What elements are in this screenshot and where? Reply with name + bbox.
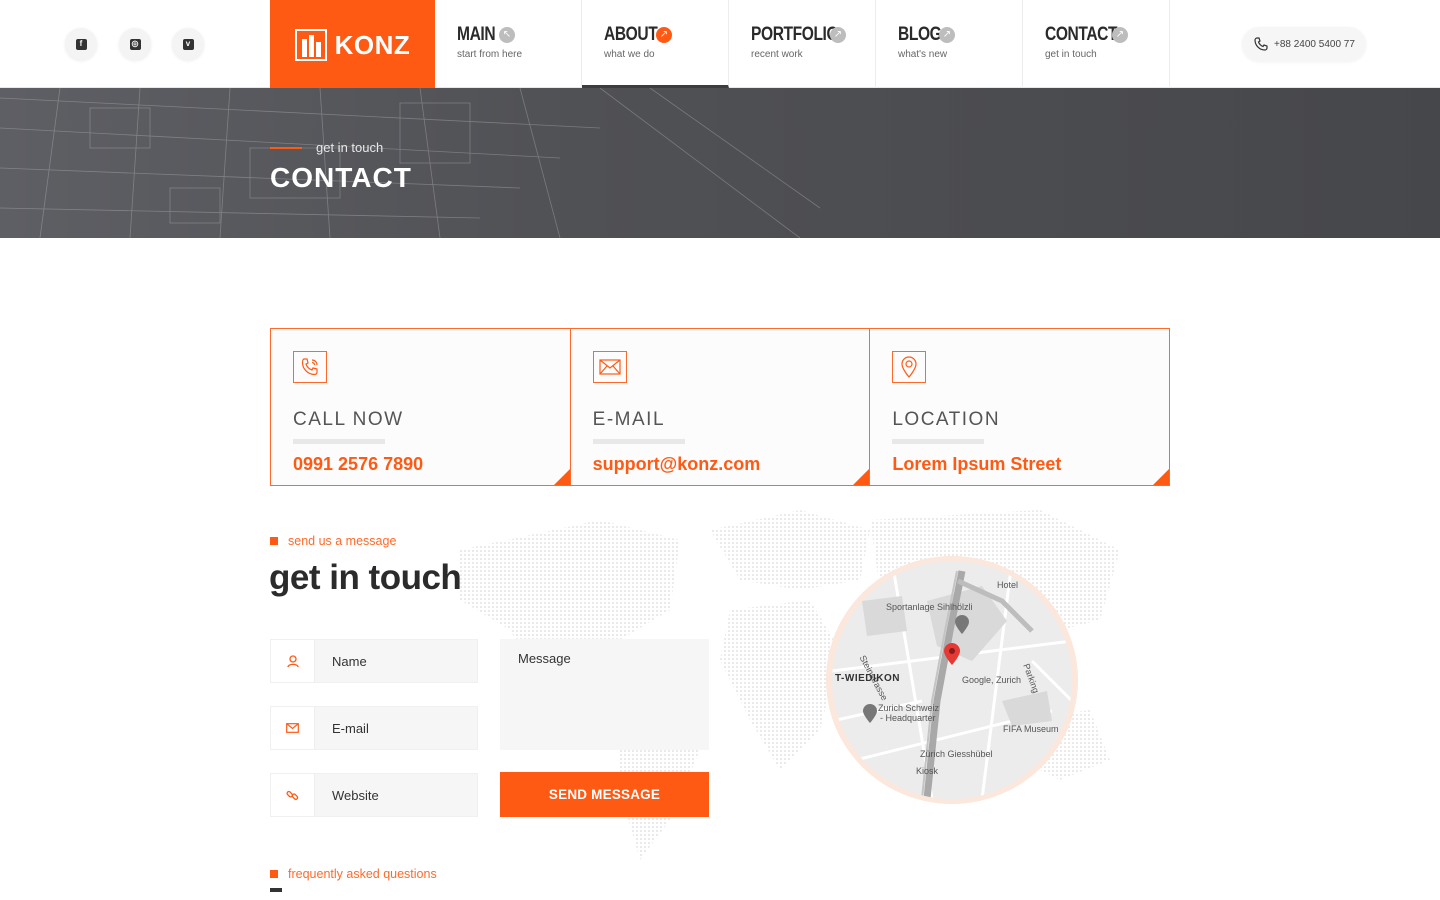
card-corner — [1153, 469, 1170, 485]
location-map[interactable]: Hotel Sportanlage Sihlhölzli Steinstrass… — [832, 561, 1072, 799]
nav-item-blog[interactable]: BLOG ↗ what's new — [876, 0, 1023, 88]
nav-item-portfolio[interactable]: PORTFOLIO ↗ recent work — [729, 0, 876, 88]
hero-kicker: get in touch — [270, 140, 383, 155]
send-message-button[interactable]: SEND MESSAGE — [500, 772, 709, 817]
arrow-icon: ↗ — [1112, 27, 1128, 43]
arrow-icon: ↗ — [939, 27, 955, 43]
arrow-icon: ↗ — [830, 27, 846, 43]
envelope-icon — [271, 707, 315, 749]
nav-item-about[interactable]: ABOUT ↗ what we do — [582, 0, 729, 88]
card-label: CALL NOW — [293, 409, 404, 430]
nav-title: ABOUT — [604, 24, 658, 45]
instagram-link[interactable]: ◎ — [119, 28, 151, 60]
card-corner — [853, 469, 870, 485]
nav-subtitle: recent work — [751, 49, 803, 60]
vimeo-icon: v — [182, 38, 194, 50]
card-value: Lorem Ipsum Street — [892, 454, 1062, 474]
kicker-square — [270, 537, 278, 545]
email-card[interactable]: E-MAIL support@konz.com — [571, 329, 871, 485]
map-label: T-WIEDIKON — [835, 673, 900, 684]
call-card[interactable]: CALL NOW 0991 2576 7890 — [271, 329, 571, 485]
hero-kicker-text: get in touch — [316, 140, 384, 155]
link-icon — [271, 774, 315, 816]
user-icon — [271, 640, 315, 682]
page-title: CONTACT — [270, 162, 412, 193]
phone-call-icon — [293, 351, 327, 383]
card-divider — [892, 439, 985, 444]
website-field — [270, 773, 478, 817]
phone-number: +88 2400 5400 77 — [1274, 38, 1355, 50]
card-value[interactable]: support@konz.com — [593, 454, 870, 475]
kicker-square — [270, 870, 278, 878]
form-kicker: send us a message — [270, 534, 396, 548]
map-label: Zürich Giesshübel — [920, 749, 993, 759]
instagram-icon: ◎ — [129, 38, 141, 50]
faq-kicker-text: frequently asked questions — [288, 867, 437, 881]
blueprint-background — [0, 88, 821, 238]
name-field — [270, 639, 478, 683]
kicker-dash — [270, 146, 302, 149]
email-input[interactable] — [315, 707, 475, 749]
form-title: get in touch — [269, 558, 462, 597]
card-label: LOCATION — [892, 409, 1001, 430]
nav-subtitle: what we do — [604, 49, 655, 60]
building-logo-icon — [294, 29, 327, 61]
card-corner — [553, 469, 570, 485]
map-label: FIFA Museum — [1003, 724, 1059, 734]
map-label: - Headquarter — [880, 713, 936, 723]
nav-subtitle: start from here — [457, 49, 523, 60]
nav-item-contact[interactable]: CONTACT ↗ get in touch — [1023, 0, 1170, 88]
card-label: E-MAIL — [592, 409, 666, 430]
arrow-icon: ↖ — [499, 27, 515, 43]
nav-title: MAIN — [457, 24, 496, 45]
map-label: Zurich Schweiz — [878, 703, 940, 713]
nav-subtitle: what's new — [898, 49, 948, 60]
name-input[interactable] — [315, 640, 475, 682]
message-textarea[interactable] — [500, 639, 709, 750]
facebook-icon: f — [75, 38, 87, 50]
facebook-link[interactable]: f — [65, 28, 97, 60]
logo[interactable]: KONZ — [270, 0, 435, 90]
vimeo-link[interactable]: v — [172, 28, 204, 60]
card-divider — [293, 439, 385, 444]
card-divider — [592, 439, 685, 444]
phone-button[interactable]: +88 2400 5400 77 — [1242, 27, 1366, 61]
faq-title-fragment — [270, 888, 282, 900]
faq-kicker: frequently asked questions — [270, 867, 437, 881]
location-pin-icon — [892, 351, 927, 383]
nav-title: PORTFOLIO — [751, 24, 839, 45]
map-label: Kiosk — [916, 766, 939, 776]
contact-info-cards: CALL NOW 0991 2576 7890 E-MAIL support@k… — [270, 328, 1170, 486]
location-card[interactable]: LOCATION Lorem Ipsum Street — [870, 329, 1170, 485]
card-value[interactable]: 0991 2576 7890 — [293, 454, 570, 475]
nav-title: CONTACT — [1045, 24, 1118, 45]
envelope-icon — [592, 351, 627, 383]
nav-subtitle: get in touch — [1045, 49, 1097, 60]
nav-title: BLOG — [898, 24, 942, 45]
map-label: Hotel — [997, 580, 1019, 590]
logo-text: KONZ — [334, 29, 411, 60]
site-header: f ◎ v KONZ MAIN ↖ start from here ABOUT … — [0, 0, 1440, 90]
page-hero: get in touch CONTACT — [0, 88, 1440, 238]
map-label: Sportanlage Sihlhölzli — [886, 602, 973, 612]
email-field — [270, 706, 478, 750]
nav-item-main[interactable]: MAIN ↖ start from here — [435, 0, 582, 88]
map-label: Google, Zurich — [962, 675, 1022, 685]
website-input[interactable] — [315, 774, 475, 816]
form-kicker-text: send us a message — [288, 534, 397, 548]
phone-icon — [1254, 37, 1268, 51]
arrow-icon: ↗ — [656, 27, 672, 43]
